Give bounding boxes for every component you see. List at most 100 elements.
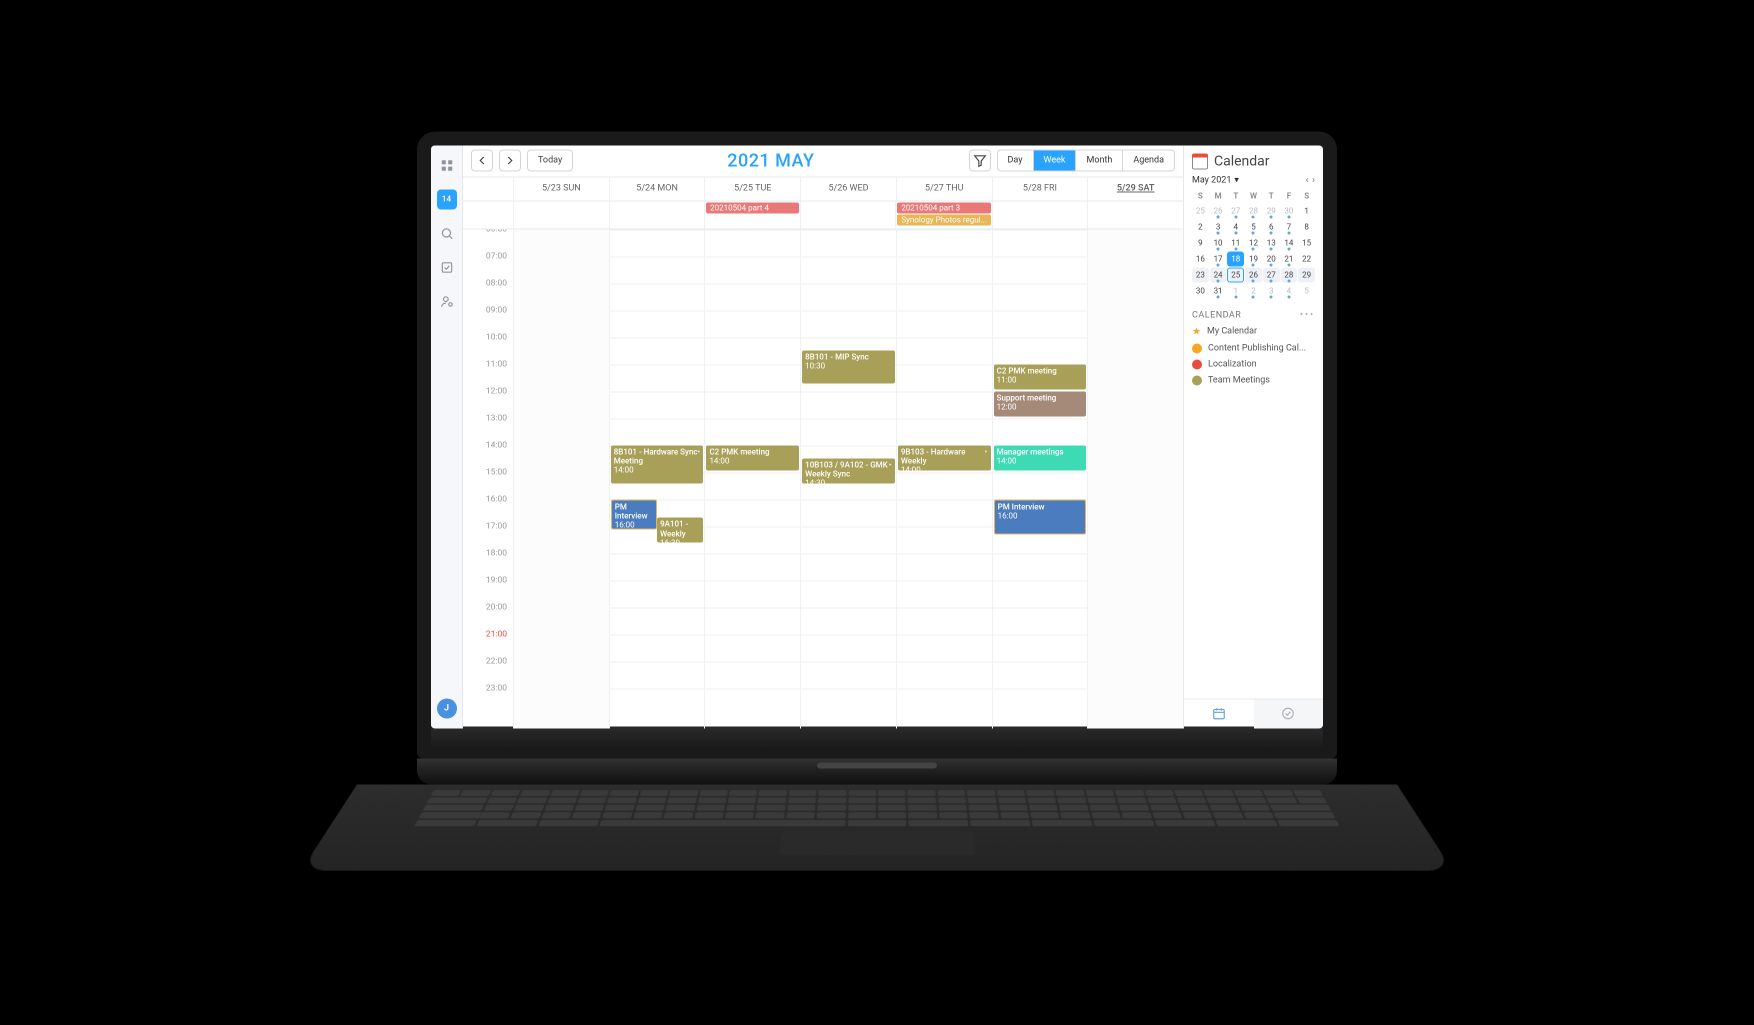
filter-button[interactable] (969, 150, 991, 172)
apps-icon[interactable] (437, 155, 457, 175)
mini-day-cell[interactable]: 5 (1245, 219, 1262, 234)
mini-day-cell[interactable]: 16 (1192, 251, 1209, 266)
mini-day-cell[interactable]: 29 (1263, 203, 1280, 218)
mini-next-button[interactable]: › (1312, 175, 1315, 185)
mini-day-cell[interactable]: 1 (1227, 283, 1244, 298)
mini-day-cell[interactable]: 31 (1210, 283, 1227, 298)
mini-day-cell[interactable]: 14 (1281, 235, 1298, 250)
view-day[interactable]: Day (998, 151, 1034, 171)
mini-month-picker[interactable]: May 2021 ▾ (1192, 175, 1239, 185)
mini-day-cell[interactable]: 20 (1263, 251, 1280, 266)
mini-day-cell[interactable]: 12 (1245, 235, 1262, 250)
mini-day-cell[interactable]: 28 (1281, 267, 1298, 282)
mini-day-cell[interactable]: 28 (1245, 203, 1262, 218)
mini-day-cell[interactable]: 1 (1298, 203, 1315, 218)
mini-day-cell[interactable]: 2 (1192, 219, 1209, 234)
day-header[interactable]: 5/29 SAT (1087, 177, 1183, 200)
mini-day-cell[interactable]: 6 (1263, 219, 1280, 234)
allday-cell[interactable] (1087, 201, 1183, 228)
calendar-event[interactable]: C2 PMK meeting11:00 (994, 364, 1087, 389)
day-column[interactable]: 8B101 - MIP Sync10:30 10B103 / 9A102 - GM… (800, 229, 896, 728)
mini-day-cell[interactable]: 25 (1192, 203, 1209, 218)
prev-button[interactable] (471, 150, 493, 172)
day-header[interactable]: 5/27 THU (896, 177, 992, 200)
mini-day-cell[interactable]: 10 (1210, 235, 1227, 250)
view-month[interactable]: Month (1076, 151, 1123, 171)
day-column[interactable]: C2 PMK meeting11:00Support meeting12:00 M… (992, 229, 1088, 728)
allday-cell[interactable] (513, 201, 609, 228)
allday-cell[interactable] (992, 201, 1088, 228)
calendar-date-badge[interactable]: 14 (437, 189, 457, 209)
footer-tasks-button[interactable] (1254, 699, 1324, 728)
calendar-event[interactable]: PM Interview16:00 (611, 499, 657, 529)
mini-day-cell[interactable]: 4 (1227, 219, 1244, 234)
day-column[interactable]: C2 PMK meeting14:00 (704, 229, 800, 728)
allday-event[interactable]: Synology Photos regul... (897, 214, 991, 225)
mini-day-cell[interactable]: 30 (1192, 283, 1209, 298)
mini-day-cell[interactable]: 13 (1263, 235, 1280, 250)
mini-day-cell[interactable]: 26 (1210, 203, 1227, 218)
mini-day-cell[interactable]: 25 (1227, 267, 1244, 282)
day-column[interactable] (1087, 229, 1183, 728)
allday-cell[interactable]: 20210504 part 4 (704, 201, 800, 228)
calendar-event[interactable]: Support meeting12:00 (994, 391, 1087, 416)
mini-day-cell[interactable]: 27 (1263, 267, 1280, 282)
mini-day-cell[interactable]: 2 (1245, 283, 1262, 298)
mini-day-cell[interactable]: 21 (1281, 251, 1298, 266)
mini-day-cell[interactable]: 22 (1298, 251, 1315, 266)
mini-day-cell[interactable]: 18 (1227, 251, 1244, 266)
mini-day-cell[interactable]: 5 (1298, 283, 1315, 298)
more-icon[interactable]: ••• (1300, 310, 1315, 320)
calendar-list-item[interactable]: ★My Calendar (1192, 326, 1315, 337)
mini-day-cell[interactable]: 7 (1281, 219, 1298, 234)
mini-day-cell[interactable]: 8 (1298, 219, 1315, 234)
day-column[interactable]: 8B101 - Hardware Sync Meeting14:00◔ PM In… (609, 229, 705, 728)
user-settings-icon[interactable] (437, 291, 457, 311)
day-header[interactable]: 5/25 TUE (704, 177, 800, 200)
allday-cell[interactable] (800, 201, 896, 228)
day-header[interactable]: 5/24 MON (609, 177, 705, 200)
footer-calendar-button[interactable] (1184, 699, 1254, 728)
mini-day-cell[interactable]: 9 (1192, 235, 1209, 250)
mini-day-cell[interactable]: 24 (1210, 267, 1227, 282)
tasks-icon[interactable] (437, 257, 457, 277)
mini-day-cell[interactable]: 19 (1245, 251, 1262, 266)
mini-day-cell[interactable]: 15 (1298, 235, 1315, 250)
view-agenda[interactable]: Agenda (1123, 151, 1174, 171)
mini-day-cell[interactable]: 29 (1298, 267, 1315, 282)
calendar-event[interactable]: Manager meetings14:00 (994, 445, 1087, 470)
mini-prev-button[interactable]: ‹ (1306, 175, 1309, 185)
allday-event[interactable]: 20210504 part 3 (897, 202, 991, 213)
calendar-event[interactable]: 8B101 - Hardware Sync Meeting14:00◔ (611, 445, 704, 484)
mini-day-cell[interactable]: 3 (1210, 219, 1227, 234)
mini-day-cell[interactable]: 30 (1281, 203, 1298, 218)
allday-event[interactable]: 20210504 part 4 (706, 202, 799, 213)
next-button[interactable] (499, 150, 521, 172)
mini-day-cell[interactable]: 23 (1192, 267, 1209, 282)
calendar-event[interactable]: PM Interview16:00 (994, 499, 1087, 535)
today-button[interactable]: Today (527, 150, 573, 172)
allday-cell[interactable] (609, 201, 705, 228)
mini-day-cell[interactable]: 3 (1263, 283, 1280, 298)
mini-day-cell[interactable]: 17 (1210, 251, 1227, 266)
day-header[interactable]: 5/26 WED (800, 177, 896, 200)
day-column[interactable] (513, 229, 609, 728)
calendar-list-item[interactable]: Localization (1192, 359, 1315, 369)
calendar-event[interactable]: C2 PMK meeting14:00 (706, 445, 799, 470)
calendar-event[interactable]: 9B103 - Hardware Weekly14:00◔ (898, 445, 991, 470)
mini-day-cell[interactable]: 11 (1227, 235, 1244, 250)
user-avatar[interactable]: J (437, 698, 457, 718)
allday-cell[interactable]: 20210504 part 3Synology Photos regul... (895, 201, 992, 228)
mini-day-cell[interactable]: 27 (1227, 203, 1244, 218)
calendar-event[interactable]: 8B101 - MIP Sync10:30 (802, 351, 895, 384)
calendar-list-item[interactable]: Team Meetings (1192, 375, 1315, 385)
mini-day-cell[interactable]: 26 (1245, 267, 1262, 282)
mini-day-cell[interactable]: 4 (1281, 283, 1298, 298)
calendar-event[interactable]: 10B103 / 9A102 - GMK Weekly Sync14:30◔ (802, 459, 895, 484)
day-header[interactable]: 5/23 SUN (513, 177, 609, 200)
calendar-list-item[interactable]: Content Publishing Cal... (1192, 343, 1315, 353)
calendar-event[interactable]: 9A101 - Weekly16:30 (657, 518, 703, 543)
day-column[interactable]: 9B103 - Hardware Weekly14:00◔ (896, 229, 992, 728)
search-icon[interactable] (437, 223, 457, 243)
view-week[interactable]: Week (1034, 151, 1077, 171)
